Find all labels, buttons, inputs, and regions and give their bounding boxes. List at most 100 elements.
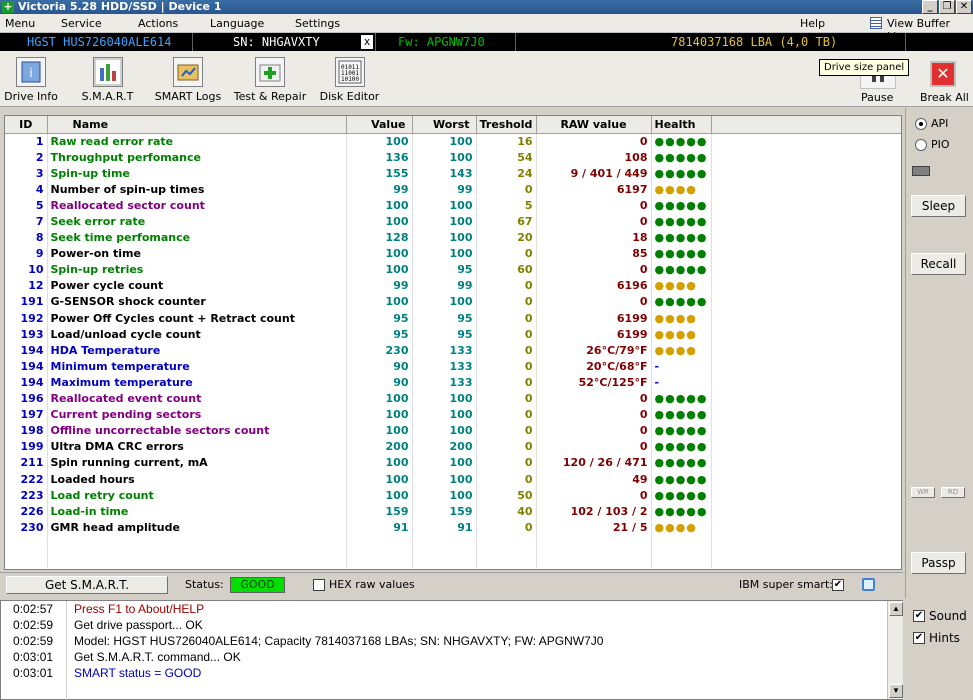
- drive-clear-button[interactable]: x: [361, 35, 373, 49]
- row-worst: 99: [412, 181, 477, 198]
- table-row[interactable]: 1 Raw read error rate 100 100 16 0 ●●●●●: [5, 133, 901, 150]
- row-name: Power cycle count: [47, 277, 347, 294]
- row-value: 100: [346, 470, 413, 488]
- row-raw: 21 / 5: [536, 519, 652, 536]
- row-threshold: 24: [476, 165, 537, 182]
- hex-raw-checkbox[interactable]: [313, 579, 325, 591]
- table-row[interactable]: 196 Reallocated event count 100 100 0 0 ●●●●●: [5, 390, 901, 407]
- menu-settings[interactable]: Settings: [295, 17, 340, 30]
- wr-button[interactable]: WR: [911, 487, 935, 498]
- col-name[interactable]: Name: [47, 116, 347, 134]
- table-row[interactable]: 12 Power cycle count 99 99 0 6196 ●●●●: [5, 277, 901, 294]
- menu-actions[interactable]: Actions: [138, 17, 178, 30]
- minimize-button[interactable]: _: [922, 0, 938, 14]
- col-worst[interactable]: Worst: [412, 116, 477, 134]
- col-value[interactable]: Value: [346, 116, 413, 134]
- restore-button[interactable]: ❐: [939, 0, 955, 14]
- ibm-smart-color-icon[interactable]: [862, 578, 875, 591]
- disk-editor-label: Disk Editor: [319, 90, 380, 103]
- table-row[interactable]: 211 Spin running current, mA 100 100 0 120 / …: [5, 454, 901, 471]
- row-worst: 200: [412, 438, 477, 455]
- row-raw: 0: [536, 487, 652, 504]
- table-row[interactable]: 194 Maximum temperature 90 133 0 52°C/125°F -: [5, 374, 901, 391]
- get-smart-button[interactable]: Get S.M.A.R.T.: [6, 576, 168, 594]
- close-button[interactable]: ✕: [956, 0, 972, 14]
- table-row[interactable]: 3 Spin-up time 155 143 24 9 / 401 / 449 ●●●●●: [5, 165, 901, 182]
- table-row[interactable]: 222 Loaded hours 100 100 0 49 ●●●●●: [5, 470, 901, 488]
- row-threshold: 0: [476, 519, 537, 536]
- smart-tool[interactable]: S.M.A.R.T: [80, 53, 135, 105]
- log-scrollbar[interactable]: ▲ ▼: [887, 601, 903, 699]
- row-raw: 108: [536, 149, 652, 166]
- row-worst: 100: [412, 487, 477, 504]
- menu-language[interactable]: Language: [210, 17, 264, 30]
- table-row[interactable]: 2 Throughput perfomance 136 100 54 108 ●●●●●: [5, 149, 901, 166]
- row-health: ●●●●: [651, 181, 712, 198]
- pause-label[interactable]: Pause: [861, 91, 893, 104]
- row-raw: 6199: [536, 326, 652, 343]
- row-raw: 0: [536, 406, 652, 423]
- col-raw[interactable]: RAW value: [536, 116, 652, 134]
- break-all-icon[interactable]: ✕: [930, 61, 956, 87]
- row-name: Power Off Cycles count + Retract count: [47, 310, 347, 327]
- table-row[interactable]: 7 Seek error rate 100 100 67 0 ●●●●●: [5, 213, 901, 230]
- passp-button[interactable]: Passp: [911, 552, 966, 574]
- smart-chart-icon: [92, 57, 123, 87]
- buffer-list-icon[interactable]: [870, 17, 882, 29]
- row-value: 100: [346, 245, 413, 262]
- log-panel: 0:02:57 Press F1 to About/HELP 0:02:59 Get …: [0, 600, 903, 700]
- table-row[interactable]: 9 Power-on time 100 100 0 85 ●●●●●: [5, 245, 901, 262]
- first-aid-icon: [255, 57, 285, 87]
- table-row[interactable]: 194 Minimum temperature 90 133 0 20°C/68°F -: [5, 358, 901, 375]
- table-row[interactable]: 223 Load retry count 100 100 50 0 ●●●●●: [5, 487, 901, 504]
- row-value: 159: [346, 503, 413, 520]
- col-health[interactable]: Health: [651, 116, 712, 134]
- table-row[interactable]: 10 Spin-up retries 100 95 60 0 ●●●●●: [5, 261, 901, 278]
- test-repair-tool[interactable]: Test & Repair: [234, 53, 306, 105]
- drive-firmware: Fw: APGNW7J0: [398, 35, 485, 49]
- table-row[interactable]: 194 HDA Temperature 230 133 0 26°C/79°F ●●●●: [5, 342, 901, 359]
- drive-size-tooltip: Drive size panel: [819, 59, 910, 76]
- api-radio[interactable]: [915, 118, 927, 130]
- table-row[interactable]: 230 GMR head amplitude 91 91 0 21 / 5 ●●●●: [5, 519, 901, 536]
- break-all-label[interactable]: Break All: [920, 91, 969, 104]
- row-blank: [711, 519, 901, 536]
- table-row[interactable]: 191 G-SENSOR shock counter 100 100 0 0 ●●●●●: [5, 293, 901, 311]
- table-row[interactable]: 4 Number of spin-up times 99 99 0 6197 ●●●●: [5, 181, 901, 198]
- rd-button[interactable]: RD: [941, 487, 965, 498]
- log-line: 0:02:59 Model: HGST HUS726040ALE614; Capa…: [1, 633, 886, 649]
- scroll-down-icon[interactable]: ▼: [889, 684, 903, 698]
- menu-help[interactable]: Help: [800, 17, 825, 30]
- table-row[interactable]: 226 Load-in time 159 159 40 102 / 103 / 2 ●●●●…: [5, 503, 901, 520]
- smart-logs-tool[interactable]: SMART Logs: [155, 53, 221, 105]
- log-time: 0:03:01: [13, 666, 54, 680]
- disk-editor-tool[interactable]: 01011 11001 10100 Disk Editor: [320, 53, 379, 105]
- col-treshold[interactable]: Treshold: [476, 116, 537, 134]
- col-id[interactable]: ID: [5, 116, 48, 134]
- pio-radio[interactable]: [915, 139, 927, 151]
- row-id: 5: [5, 197, 48, 214]
- sleep-button[interactable]: Sleep: [911, 195, 966, 217]
- table-row[interactable]: 193 Load/unload cycle count 95 95 0 6199 ●●●●: [5, 326, 901, 343]
- ibm-smart-checkbox[interactable]: ✔: [832, 579, 844, 591]
- menu-service[interactable]: Service: [61, 17, 102, 30]
- table-row[interactable]: 197 Current pending sectors 100 100 0 0 ●●●●●: [5, 406, 901, 423]
- recall-button[interactable]: Recall: [911, 253, 966, 275]
- table-row[interactable]: 199 Ultra DMA CRC errors 200 200 0 0 ●●●●●: [5, 438, 901, 455]
- smart-logs-label: SMART Logs: [154, 90, 222, 103]
- drive-info-tool[interactable]: i Drive Info: [4, 53, 58, 105]
- hints-checkbox[interactable]: ✔: [913, 632, 925, 644]
- table-row[interactable]: 8 Seek time perfomance 128 100 20 18 ●●●●●: [5, 229, 901, 246]
- scroll-up-icon[interactable]: ▲: [889, 602, 903, 616]
- window-title: Victoria 5.28 HDD/SSD | Device 1: [18, 0, 222, 13]
- row-blank: [711, 261, 901, 278]
- pio-label: PIO: [931, 138, 950, 151]
- menu-menu[interactable]: Menu: [5, 17, 35, 30]
- log-message: Get S.M.A.R.T. command... OK: [74, 650, 241, 664]
- table-row[interactable]: 192 Power Off Cycles count + Retract coun…: [5, 310, 901, 327]
- row-id: 194: [5, 358, 48, 375]
- table-row[interactable]: 198 Offline uncorrectable sectors count 10…: [5, 422, 901, 439]
- row-blank: [711, 390, 901, 407]
- sound-checkbox[interactable]: ✔: [913, 610, 925, 622]
- table-row[interactable]: 5 Reallocated sector count 100 100 5 0 ●●●●●: [5, 197, 901, 214]
